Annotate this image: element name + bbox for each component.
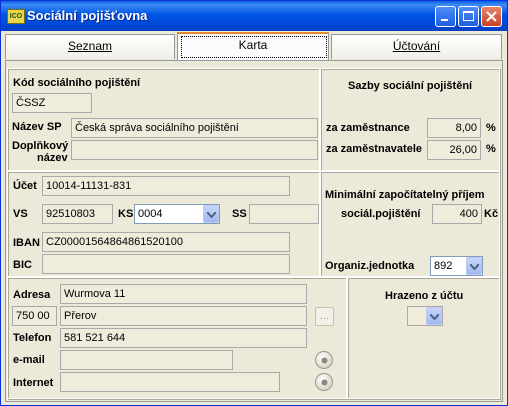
adresa-label: Adresa bbox=[13, 289, 51, 301]
zamestnance-label: za zaměstnance bbox=[326, 122, 410, 134]
close-icon bbox=[486, 11, 497, 22]
ico-icon: ICO bbox=[7, 9, 25, 24]
focus-rect bbox=[181, 36, 327, 58]
ks-value: 0004 bbox=[138, 208, 163, 220]
ucet-field[interactable]: 10014-11131-831 bbox=[42, 176, 290, 196]
window: ICO Sociální pojišťovna Seznam Karta Účt… bbox=[0, 0, 508, 406]
internet-label: Internet bbox=[13, 377, 54, 389]
kod-label: Kód sociálního pojištění bbox=[13, 77, 141, 89]
tab-seznam-label: Seznam bbox=[67, 39, 113, 53]
email-label: e-mail bbox=[13, 354, 45, 366]
ss-field[interactable] bbox=[249, 204, 319, 224]
minimize-icon bbox=[441, 19, 448, 21]
hrazeno-label: Hrazeno z účtu bbox=[385, 290, 464, 302]
email-send-button[interactable] bbox=[315, 351, 333, 369]
bic-label: BIC bbox=[13, 259, 32, 271]
title-bar[interactable]: ICO Sociální pojišťovna bbox=[1, 1, 507, 31]
email-field[interactable] bbox=[60, 350, 233, 370]
bic-field[interactable] bbox=[42, 254, 290, 274]
organiz-dropdown-button[interactable] bbox=[466, 257, 482, 275]
organiz-label: Organiz.jednotka bbox=[325, 260, 415, 272]
mesto-field[interactable]: Přerov bbox=[60, 306, 307, 326]
chevron-down-icon bbox=[430, 314, 439, 320]
maximize-icon bbox=[463, 11, 474, 21]
ks-dropdown-button[interactable] bbox=[203, 205, 219, 223]
sazby-title: Sazby sociální pojištění bbox=[348, 80, 473, 92]
nazev-field[interactable]: Česká správa sociálního pojištění bbox=[71, 118, 318, 138]
doplnkovy-field[interactable] bbox=[71, 140, 318, 160]
maximize-button[interactable] bbox=[458, 6, 479, 27]
minimalni-label: sociál.pojištění bbox=[341, 208, 421, 220]
vs-label: VS bbox=[13, 208, 28, 220]
adresa-field[interactable]: Wurmova 11 bbox=[60, 284, 307, 304]
internet-field[interactable] bbox=[60, 372, 280, 392]
telefon-label: Telefon bbox=[13, 332, 52, 344]
iban-field[interactable]: CZ00001564864861520100 bbox=[42, 232, 290, 252]
ks-label: KS bbox=[118, 208, 134, 220]
chevron-down-icon bbox=[470, 264, 479, 270]
doplnkovy-label-1: Doplňkový bbox=[12, 140, 69, 152]
zamestnavatele-label: za zaměstnavatele bbox=[326, 143, 422, 155]
zamestnavatele-field[interactable]: 26,00 bbox=[427, 140, 481, 160]
hrazeno-dropdown-button[interactable] bbox=[426, 307, 442, 325]
ss-label: SS bbox=[232, 208, 247, 220]
kod-field[interactable]: ČSSZ bbox=[12, 93, 92, 113]
tab-uctovani[interactable]: Účtování bbox=[331, 34, 502, 59]
telefon-field[interactable]: 581 521 644 bbox=[60, 328, 307, 348]
chevron-down-icon bbox=[207, 212, 216, 218]
mail-icon bbox=[321, 357, 328, 364]
minimize-button[interactable] bbox=[435, 6, 456, 27]
ucet-label: Účet bbox=[13, 180, 37, 192]
doplnkovy-label-2: název bbox=[37, 152, 68, 164]
zamestnance-field[interactable]: 8,00 bbox=[427, 118, 481, 138]
dots-button[interactable]: ... bbox=[315, 307, 334, 326]
globe-icon bbox=[321, 379, 328, 386]
organiz-value: 892 bbox=[434, 260, 453, 272]
iban-label: IBAN bbox=[13, 237, 40, 249]
kc-label: Kč bbox=[484, 208, 499, 220]
close-button[interactable] bbox=[481, 6, 502, 27]
tab-uctovani-label: Účtování bbox=[392, 39, 441, 53]
minimalni-title: Minimální započítatelný příjem bbox=[325, 189, 485, 201]
percent-label-1: % bbox=[486, 122, 496, 134]
percent-label-2: % bbox=[486, 143, 496, 155]
internet-open-button[interactable] bbox=[315, 373, 333, 391]
psc-field[interactable]: 750 00 bbox=[12, 306, 57, 326]
window-title: Sociální pojišťovna bbox=[27, 8, 148, 23]
tab-seznam[interactable]: Seznam bbox=[5, 34, 175, 59]
nazev-label: Název SP bbox=[12, 121, 62, 133]
minimalni-field[interactable]: 400 bbox=[432, 204, 482, 224]
vs-field[interactable]: 92510803 bbox=[42, 204, 113, 224]
